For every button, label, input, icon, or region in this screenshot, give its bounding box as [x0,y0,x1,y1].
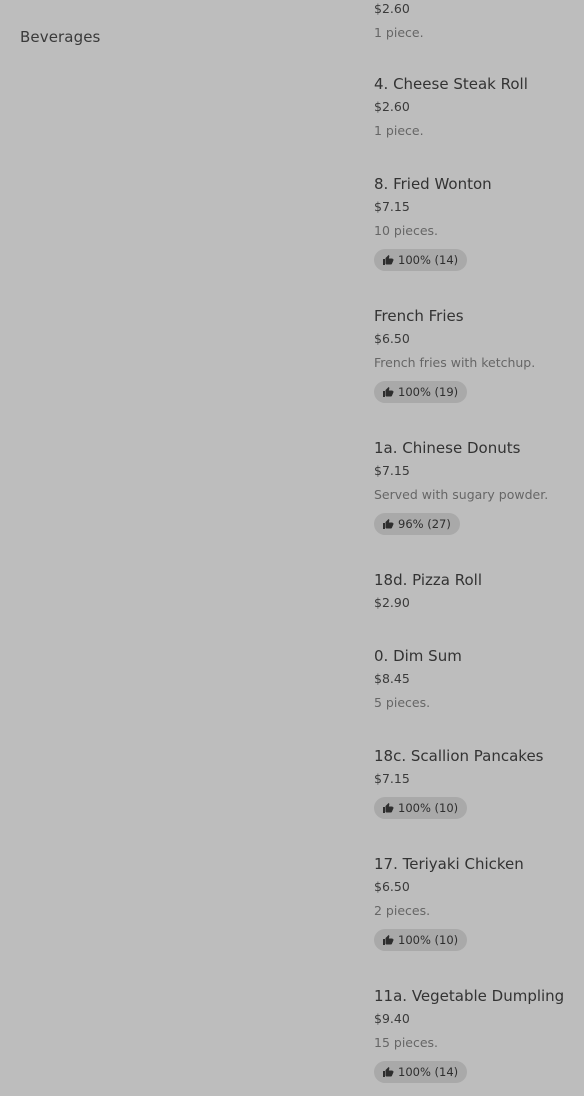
rating-text: 100% (14) [398,1065,459,1079]
item-title: 4. Cheese Steak Roll [374,75,528,93]
thumbs-up-icon [382,1066,394,1078]
menu-item[interactable]: 17. Teriyaki Chicken $6.50 2 pieces. 100… [374,854,584,951]
item-title: 18c. Scallion Pancakes [374,747,544,765]
rating-text: 100% (14) [398,253,459,267]
menu-item[interactable]: 4. Cheese Steak Roll $2.60 1 piece. [374,74,584,139]
item-price: $8.45 [374,671,410,686]
item-price: $2.90 [374,595,410,610]
rating-badge: 100% (14) [374,249,468,271]
item-description: Served with sugary powder. [374,487,549,502]
item-title: 18d. Pizza Roll [374,571,482,589]
menu-item[interactable]: French Fries $6.50 French fries with ket… [374,306,584,403]
item-title: 0. Dim Sum [374,647,462,665]
thumbs-up-icon [382,386,394,398]
thumbs-up-icon [382,254,394,266]
item-price: $6.50 [374,331,410,346]
item-description: 1 piece. [374,25,424,40]
sidebar-item-beverages[interactable]: Beverages [20,28,100,46]
rating-badge: 96% (27) [374,513,460,535]
item-price: $7.15 [374,463,410,478]
thumbs-up-icon [382,802,394,814]
item-title: 11a. Vegetable Dumpling [374,987,565,1005]
item-title: 1a. Chinese Donuts [374,439,521,457]
menu-item[interactable]: 18c. Scallion Pancakes $7.15 100% (10) [374,746,584,819]
item-description: 15 pieces. [374,1035,439,1050]
thumbs-up-icon [382,518,394,530]
item-title: 8. Fried Wonton [374,175,492,193]
rating-text: 100% (10) [398,933,459,947]
item-price: $7.15 [374,199,410,214]
rating-text: 100% (19) [398,385,459,399]
item-price: $7.15 [374,771,410,786]
category-sidebar: Beverages [20,28,100,46]
rating-text: 96% (27) [398,517,451,531]
rating-badge: 100% (19) [374,381,468,403]
menu-item[interactable]: 0. Dim Sum $8.45 5 pieces. [374,646,584,711]
item-price: $2.60 [374,99,410,114]
item-description: 2 pieces. [374,903,431,918]
thumbs-up-icon [382,934,394,946]
item-description: 5 pieces. [374,695,431,710]
item-title: 17. Teriyaki Chicken [374,855,524,873]
menu-item[interactable]: 11a. Vegetable Dumpling $9.40 15 pieces.… [374,986,584,1083]
menu-item[interactable]: 18d. Pizza Roll $2.90 [374,570,584,611]
item-description: French fries with ketchup. [374,355,536,370]
item-description: 10 pieces. [374,223,439,238]
rating-text: 100% (10) [398,801,459,815]
menu-item[interactable]: $2.60 1 piece. [374,0,584,41]
item-price: $9.40 [374,1011,410,1026]
item-price: $6.50 [374,879,410,894]
item-price: $2.60 [374,1,410,16]
menu-item[interactable]: 8. Fried Wonton $7.15 10 pieces. 100% (1… [374,174,584,271]
rating-badge: 100% (10) [374,797,468,819]
item-description: 1 piece. [374,123,424,138]
rating-badge: 100% (14) [374,1061,468,1083]
item-title: French Fries [374,307,464,325]
menu-item[interactable]: 1a. Chinese Donuts $7.15 Served with sug… [374,438,584,535]
rating-badge: 100% (10) [374,929,468,951]
